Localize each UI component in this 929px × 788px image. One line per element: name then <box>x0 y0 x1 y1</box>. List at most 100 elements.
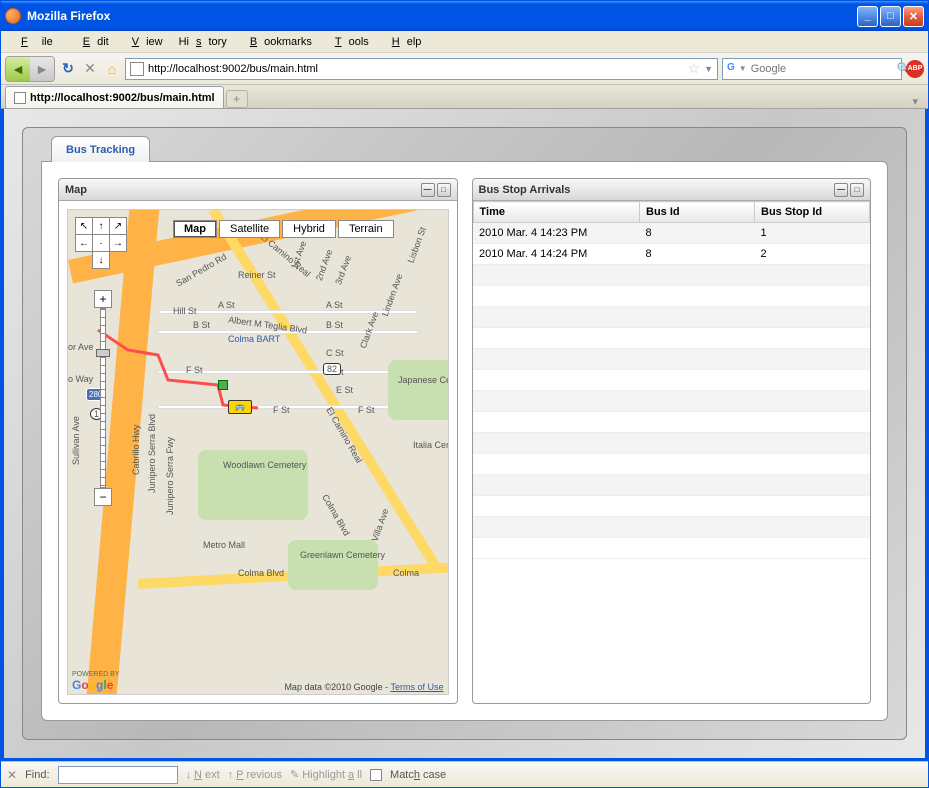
menu-tools[interactable]: Tools <box>321 34 376 50</box>
titlebar[interactable]: Mozilla Firefox _ □ ✕ <box>1 1 928 31</box>
new-tab-button[interactable]: + <box>226 90 248 108</box>
table-row[interactable] <box>473 475 870 496</box>
menu-bookmarks[interactable]: Bookmarks <box>236 34 319 50</box>
col-bus-id[interactable]: Bus Id <box>640 202 755 223</box>
panel-maximize-icon[interactable]: □ <box>850 183 864 197</box>
reload-button[interactable]: ↻ <box>59 60 77 78</box>
cell-bus-stop-id <box>755 328 870 349</box>
cell-time <box>473 454 640 475</box>
map[interactable]: 🚌 Map Satellite Hybrid Terrain ↖↑↗ <box>67 209 449 695</box>
maximize-button[interactable]: □ <box>880 6 901 27</box>
menu-help[interactable]: Help <box>378 34 429 50</box>
table-row[interactable] <box>473 286 870 307</box>
dropdown-icon[interactable]: ▼ <box>704 64 713 74</box>
pan-left-button[interactable]: ← <box>75 234 93 252</box>
map-type-satellite[interactable]: Satellite <box>219 220 280 238</box>
cell-bus-stop-id <box>755 412 870 433</box>
cell-bus-stop-id <box>755 265 870 286</box>
page-icon <box>130 62 144 76</box>
table-row[interactable] <box>473 433 870 454</box>
table-row[interactable] <box>473 307 870 328</box>
pan-nw-button[interactable]: ↖ <box>75 217 93 235</box>
cell-bus-id <box>640 433 755 454</box>
col-bus-stop-id[interactable]: Bus Stop Id <box>755 202 870 223</box>
cell-time <box>473 391 640 412</box>
home-button[interactable]: ⌂ <box>103 60 121 78</box>
cell-time <box>473 307 640 328</box>
zoom-slider-track[interactable] <box>100 308 106 488</box>
pan-ne-button[interactable]: ↗ <box>109 217 127 235</box>
cell-bus-stop-id <box>755 349 870 370</box>
match-case-checkbox[interactable] <box>370 769 382 781</box>
cell-bus-stop-id <box>755 454 870 475</box>
tab-bus-tracking[interactable]: Bus Tracking <box>51 136 150 162</box>
panel-maximize-icon[interactable]: □ <box>437 183 451 197</box>
pan-down-button[interactable]: ↓ <box>92 251 110 269</box>
table-row[interactable] <box>473 391 870 412</box>
highlight-all-button[interactable]: ✎ Highlight all <box>290 768 362 781</box>
table-row[interactable] <box>473 265 870 286</box>
map-type-map[interactable]: Map <box>173 220 217 238</box>
find-input[interactable] <box>58 766 178 784</box>
address-bar[interactable]: ☆ ▼ <box>125 58 718 80</box>
menu-file[interactable]: File <box>7 34 67 50</box>
table-row[interactable] <box>473 496 870 517</box>
panel-minimize-icon[interactable]: — <box>421 183 435 197</box>
table-row[interactable] <box>473 370 870 391</box>
find-previous-button[interactable]: ↑ Previous <box>228 769 282 781</box>
table-row[interactable]: 2010 Mar. 4 14:23 PM81 <box>473 223 870 244</box>
search-dropdown-icon[interactable]: ▼ <box>739 64 747 73</box>
stop-button[interactable]: ✕ <box>81 60 99 78</box>
back-button[interactable]: ◄ <box>6 57 30 81</box>
cell-time <box>473 475 640 496</box>
minimize-button[interactable]: _ <box>857 6 878 27</box>
search-input[interactable] <box>751 63 893 75</box>
pan-center-button[interactable]: · <box>92 234 110 252</box>
zoom-slider-handle[interactable] <box>96 349 110 357</box>
cell-bus-stop-id <box>755 307 870 328</box>
find-bar: ✕ Find: ↓ Next ↑ Previous ✎ Highlight al… <box>1 761 928 787</box>
find-next-button[interactable]: ↓ Next <box>186 769 220 781</box>
pan-controls: ↖↑↗ ←·→ ↓ <box>76 218 127 269</box>
tab-bar: http://localhost:9002/bus/main.html + ▾ <box>1 85 928 109</box>
table-row[interactable]: 2010 Mar. 4 14:24 PM82 <box>473 244 870 265</box>
menu-edit[interactable]: Edit <box>69 34 116 50</box>
pan-up-button[interactable]: ↑ <box>92 217 110 235</box>
col-time[interactable]: Time <box>473 202 640 223</box>
adblock-icon[interactable]: ABP <box>906 60 924 78</box>
cell-time <box>473 286 640 307</box>
map-type-hybrid[interactable]: Hybrid <box>282 220 336 238</box>
pan-right-button[interactable]: → <box>109 234 127 252</box>
arrow-down-icon: ↓ <box>186 769 192 781</box>
forward-button[interactable]: ► <box>30 57 54 81</box>
terms-link[interactable]: Terms of Use <box>390 682 443 692</box>
zoom-in-button[interactable]: + <box>94 290 112 308</box>
cell-bus-id <box>640 349 755 370</box>
menu-history[interactable]: History <box>172 34 234 50</box>
map-type-terrain[interactable]: Terrain <box>338 220 394 238</box>
cell-bus-stop-id <box>755 370 870 391</box>
bookmark-star-icon[interactable]: ☆ <box>688 60 701 77</box>
table-row[interactable] <box>473 454 870 475</box>
zoom-out-button[interactable]: − <box>94 488 112 506</box>
browser-tab[interactable]: http://localhost:9002/bus/main.html <box>5 86 224 108</box>
tablist-dropdown-icon[interactable]: ▾ <box>906 95 924 108</box>
match-case-label: Match case <box>390 769 446 781</box>
map-panel-header: Map — □ <box>59 179 457 201</box>
cell-bus-id <box>640 265 755 286</box>
search-bar[interactable]: G ▼ 🔍 <box>722 58 902 80</box>
cell-bus-stop-id <box>755 433 870 454</box>
url-input[interactable] <box>148 63 684 75</box>
panel-minimize-icon[interactable]: — <box>834 183 848 197</box>
table-row[interactable] <box>473 538 870 559</box>
close-button[interactable]: ✕ <box>903 6 924 27</box>
cell-bus-stop-id <box>755 538 870 559</box>
table-row[interactable] <box>473 349 870 370</box>
tab-label: http://localhost:9002/bus/main.html <box>30 92 215 104</box>
menu-view[interactable]: View <box>118 34 170 50</box>
table-row[interactable] <box>473 328 870 349</box>
cell-bus-id: 8 <box>640 223 755 244</box>
close-find-button[interactable]: ✕ <box>7 768 17 782</box>
table-row[interactable] <box>473 517 870 538</box>
table-row[interactable] <box>473 412 870 433</box>
